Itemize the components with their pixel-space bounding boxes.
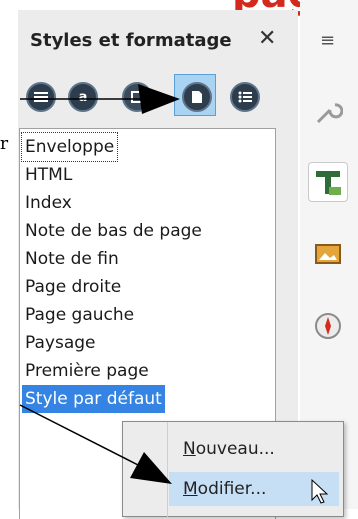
close-button[interactable]: ✕	[258, 26, 276, 51]
list-item[interactable]: Note de bas de page	[22, 217, 205, 245]
style-category-toolbar: a	[26, 74, 296, 122]
gallery-icon[interactable]	[308, 234, 348, 274]
page-styles-icon[interactable]	[182, 82, 212, 112]
menu-label: ouveau...	[195, 439, 275, 459]
list-item[interactable]: Première page	[22, 357, 152, 385]
menu-label: odifier...	[197, 479, 267, 499]
list-styles-icon[interactable]	[230, 82, 260, 112]
styles-T-icon[interactable]	[308, 162, 348, 202]
menu-separator	[167, 422, 168, 518]
list-item[interactable]: Enveloppe	[20, 132, 119, 162]
list-item[interactable]: Index	[22, 189, 75, 217]
sidebar-menu-icon[interactable]: ≡	[320, 30, 335, 51]
panel-title: Styles et formatage	[30, 30, 232, 51]
list-item[interactable]: Paysage	[22, 329, 99, 357]
context-menu: Nouveau... Modifier...	[122, 421, 344, 518]
list-item[interactable]: Page droite	[22, 273, 124, 301]
properties-wrench-icon[interactable]	[308, 92, 348, 132]
character-styles-icon[interactable]: a	[68, 82, 98, 112]
list-item[interactable]: HTML	[22, 161, 75, 189]
menu-item-modifier[interactable]: Modifier...	[169, 472, 339, 506]
frame-styles-icon[interactable]	[122, 82, 152, 112]
menu-item-nouveau[interactable]: Nouveau...	[169, 432, 339, 466]
navigator-compass-icon[interactable]	[308, 306, 348, 346]
list-item-selected[interactable]: Style par défaut	[22, 385, 165, 413]
left-text-fragment: r	[0, 134, 9, 154]
list-item[interactable]: Page gauche	[22, 301, 137, 329]
paragraph-styles-icon[interactable]	[26, 82, 56, 112]
menu-mnemonic: M	[183, 479, 198, 499]
list-item[interactable]: Note de fin	[22, 245, 122, 273]
menu-mnemonic: N	[183, 439, 196, 459]
